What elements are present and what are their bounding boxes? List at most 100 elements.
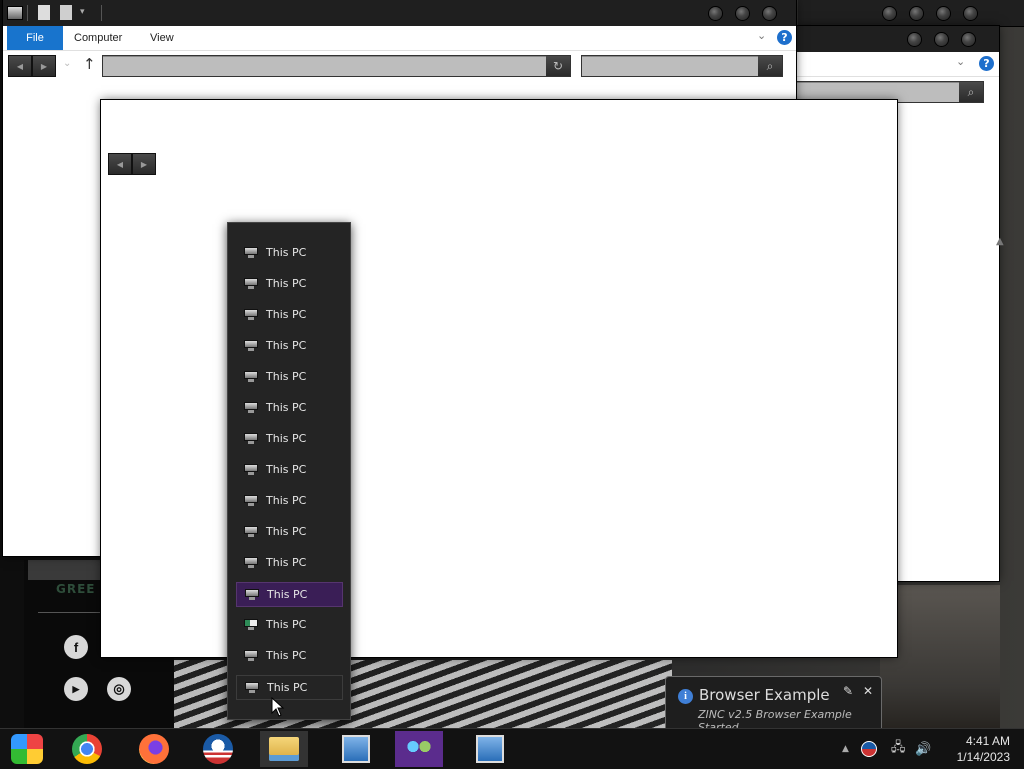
- jump-list-item-label: This PC: [266, 401, 307, 414]
- jump-list-item[interactable]: This PC: [236, 241, 341, 264]
- recent-locations-icon[interactable]: ⌄: [63, 58, 71, 69]
- jump-list-item-label: This PC: [266, 432, 307, 445]
- jump-list-item-label: This PC: [266, 246, 307, 259]
- jump-list-item-label: This PC: [267, 681, 308, 694]
- separator: [27, 5, 28, 21]
- jump-list-item-label: This PC: [266, 556, 307, 569]
- notification-title: Browser Example: [699, 686, 830, 704]
- ribbon: File Computer View ⌄ ?: [3, 26, 796, 51]
- jump-list-item[interactable]: This PC: [236, 675, 343, 700]
- instagram-icon: ◎: [107, 677, 131, 701]
- taskbar-obama-app[interactable]: [194, 731, 242, 767]
- help-icon[interactable]: ?: [979, 56, 994, 71]
- clock[interactable]: 4:41 AM 1/14/2023: [957, 733, 1010, 765]
- up-arrow-icon[interactable]: ↑: [83, 55, 96, 73]
- navigation-buttons: ◀ ▶: [8, 55, 56, 77]
- taskbar-firefox[interactable]: [130, 731, 178, 767]
- this-pc-icon: [245, 682, 259, 693]
- extra-button[interactable]: [964, 7, 977, 20]
- taskbar-chrome[interactable]: [63, 731, 111, 767]
- jump-list-item[interactable]: This PC: [236, 303, 341, 326]
- maximize-button[interactable]: [935, 33, 948, 46]
- ribbon: ⌄ ?: [796, 52, 999, 77]
- close-icon[interactable]: ✕: [863, 684, 873, 698]
- minimize-button[interactable]: [908, 33, 921, 46]
- tab-file[interactable]: File: [7, 26, 63, 50]
- this-pc-icon: [244, 650, 258, 661]
- properties-icon[interactable]: [38, 5, 50, 20]
- background-photo: [880, 585, 1000, 730]
- jump-list-item-label: This PC: [266, 308, 307, 321]
- refresh-icon[interactable]: ↻: [546, 56, 570, 76]
- jump-list-item[interactable]: This PC: [236, 272, 341, 295]
- jump-list-item[interactable]: This PC: [236, 334, 341, 357]
- chevron-down-icon[interactable]: ⌄: [757, 29, 766, 42]
- address-bar[interactable]: ↻: [102, 55, 571, 77]
- jump-list-item-label: This PC: [266, 649, 307, 662]
- close-button[interactable]: [763, 7, 776, 20]
- minimize-button[interactable]: [883, 7, 896, 20]
- taskbar-network-app-2[interactable]: [466, 731, 514, 767]
- navigation-buttons: ◀ ▶: [108, 153, 156, 175]
- taskbar-messenger[interactable]: [395, 731, 443, 767]
- close-button[interactable]: [962, 33, 975, 46]
- separator: [101, 5, 102, 21]
- taskbar: ▲ 🖧 🔊 4:41 AM 1/14/2023: [0, 728, 1024, 769]
- obama-tray-icon[interactable]: [860, 741, 877, 757]
- jump-list-item-label: This PC: [267, 588, 308, 601]
- maximize-button[interactable]: [910, 7, 923, 20]
- maximize-button[interactable]: [736, 7, 749, 20]
- this-pc-green-icon: [244, 619, 258, 630]
- close-button[interactable]: [937, 7, 950, 20]
- jump-list-item[interactable]: This PC: [236, 582, 343, 607]
- chevron-down-icon[interactable]: ⌄: [956, 55, 965, 68]
- help-icon[interactable]: ?: [777, 30, 792, 45]
- jump-list-item-label: This PC: [266, 277, 307, 290]
- customize-quick-access-icon[interactable]: ▾: [80, 7, 85, 17]
- blank-window: ◀ ▶: [101, 100, 897, 657]
- messenger-people-icon: [404, 737, 434, 761]
- volume-icon[interactable]: 🔊: [915, 742, 931, 757]
- search-icon[interactable]: ⌕: [959, 82, 983, 102]
- jump-list-item[interactable]: This PC: [236, 489, 341, 512]
- jump-list-item[interactable]: This PC: [236, 427, 341, 450]
- jump-list-item[interactable]: This PC: [236, 458, 341, 481]
- tab-view[interactable]: View: [150, 26, 174, 50]
- jump-list-item[interactable]: This PC: [236, 365, 341, 388]
- computer-icon: [7, 6, 23, 20]
- this-pc-icon: [244, 464, 258, 475]
- jump-list-menu: This PC This PC This PC This PC This PC This …: [227, 222, 351, 720]
- forward-arrow-icon[interactable]: ▶: [132, 153, 156, 175]
- this-pc-icon: [244, 309, 258, 320]
- mouse-cursor-icon: [271, 697, 285, 717]
- show-hidden-icons-icon[interactable]: ▲: [842, 744, 849, 754]
- this-pc-icon: [244, 526, 258, 537]
- tab-computer[interactable]: Computer: [74, 26, 122, 50]
- start-button[interactable]: [3, 731, 51, 767]
- notification-balloon[interactable]: i Browser Example ✎ ✕ ZINC v2.5 Browser …: [665, 676, 882, 734]
- info-icon: i: [678, 689, 693, 704]
- taskbar-network-app[interactable]: [332, 731, 380, 767]
- jump-list-item-label: This PC: [266, 339, 307, 352]
- scroll-up-icon[interactable]: ▲: [996, 236, 1004, 247]
- pin-icon[interactable]: ✎: [843, 684, 853, 698]
- firefox-icon: [139, 734, 169, 764]
- jump-list-item[interactable]: This PC: [236, 396, 341, 419]
- minimize-button[interactable]: [709, 7, 722, 20]
- jump-list-item[interactable]: This PC: [236, 520, 341, 543]
- taskbar-file-explorer[interactable]: [260, 731, 308, 767]
- jump-list-item[interactable]: This PC: [236, 644, 341, 667]
- back-arrow-icon[interactable]: ◀: [108, 153, 132, 175]
- jump-list-item[interactable]: This PC: [236, 551, 341, 574]
- new-folder-icon[interactable]: [60, 5, 72, 20]
- back-arrow-icon[interactable]: ◀: [8, 55, 32, 77]
- search-field[interactable]: ⌕: [581, 55, 783, 77]
- chrome-icon: [72, 734, 102, 764]
- this-pc-icon: [245, 589, 259, 600]
- search-icon[interactable]: ⌕: [758, 56, 782, 76]
- forward-arrow-icon[interactable]: ▶: [32, 55, 56, 77]
- clock-time: 4:41 AM: [965, 734, 1010, 748]
- windows-start-icon: [11, 734, 43, 764]
- jump-list-item[interactable]: This PC: [236, 613, 341, 636]
- network-icon[interactable]: 🖧: [891, 738, 906, 760]
